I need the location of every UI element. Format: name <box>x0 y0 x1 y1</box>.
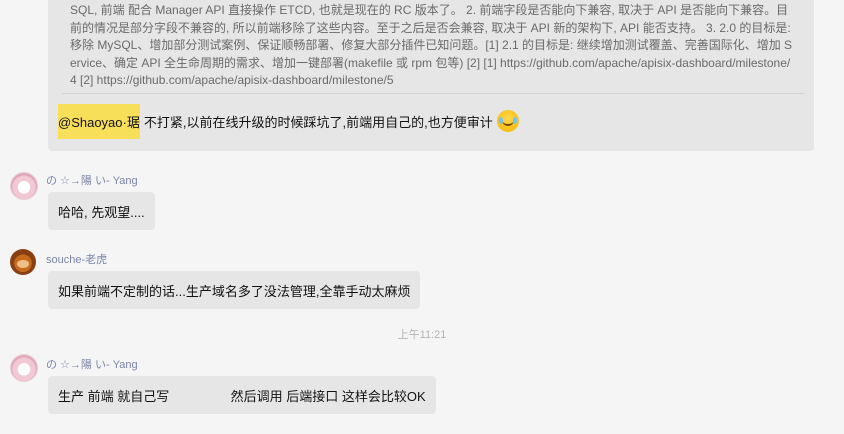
avatar[interactable] <box>10 354 38 382</box>
message-bubble: 哈哈, 先观望.... <box>48 192 155 230</box>
sender-name[interactable]: の ☆→陽 い- Yang <box>46 172 138 188</box>
message-text: 哈哈, 先观望.... <box>58 204 145 220</box>
message-text: 如果前端不定制的话...生产域名多了没法管理,全靠手动太麻烦 <box>58 283 411 299</box>
laughing-tears-emoji-icon <box>496 110 519 132</box>
message-bubble: 生产 前端 就自己写 然后调用 后端接口 这样会比较OK <box>48 376 436 414</box>
avatar[interactable] <box>10 172 38 200</box>
reply-text: 不打紧,以前在线升级的时候踩坑了,前端用自己的,也方便审计 <box>143 114 493 130</box>
sender-name[interactable]: の ☆→陽 い- Yang <box>46 356 138 372</box>
sender-name[interactable]: souche-老虎 <box>46 251 107 267</box>
message-text: 生产 前端 就自己写 然后调用 后端接口 这样会比较OK <box>58 388 426 404</box>
reply-line: @Shaoyao·琚 不打紧,以前在线升级的时候踩坑了,前端用自己的,也方便审计 <box>58 103 519 139</box>
avatar[interactable] <box>10 249 36 275</box>
timestamp: 上午11:21 <box>397 329 447 341</box>
quoted-text: SQL, 前端 配合 Manager API 直接操作 ETCD, 也就是现在的… <box>70 3 793 88</box>
quote-divider <box>62 93 804 94</box>
user-mention[interactable]: @Shaoyao·琚 <box>58 103 140 139</box>
message-bubble: 如果前端不定制的话...生产域名多了没法管理,全靠手动太麻烦 <box>48 271 421 309</box>
